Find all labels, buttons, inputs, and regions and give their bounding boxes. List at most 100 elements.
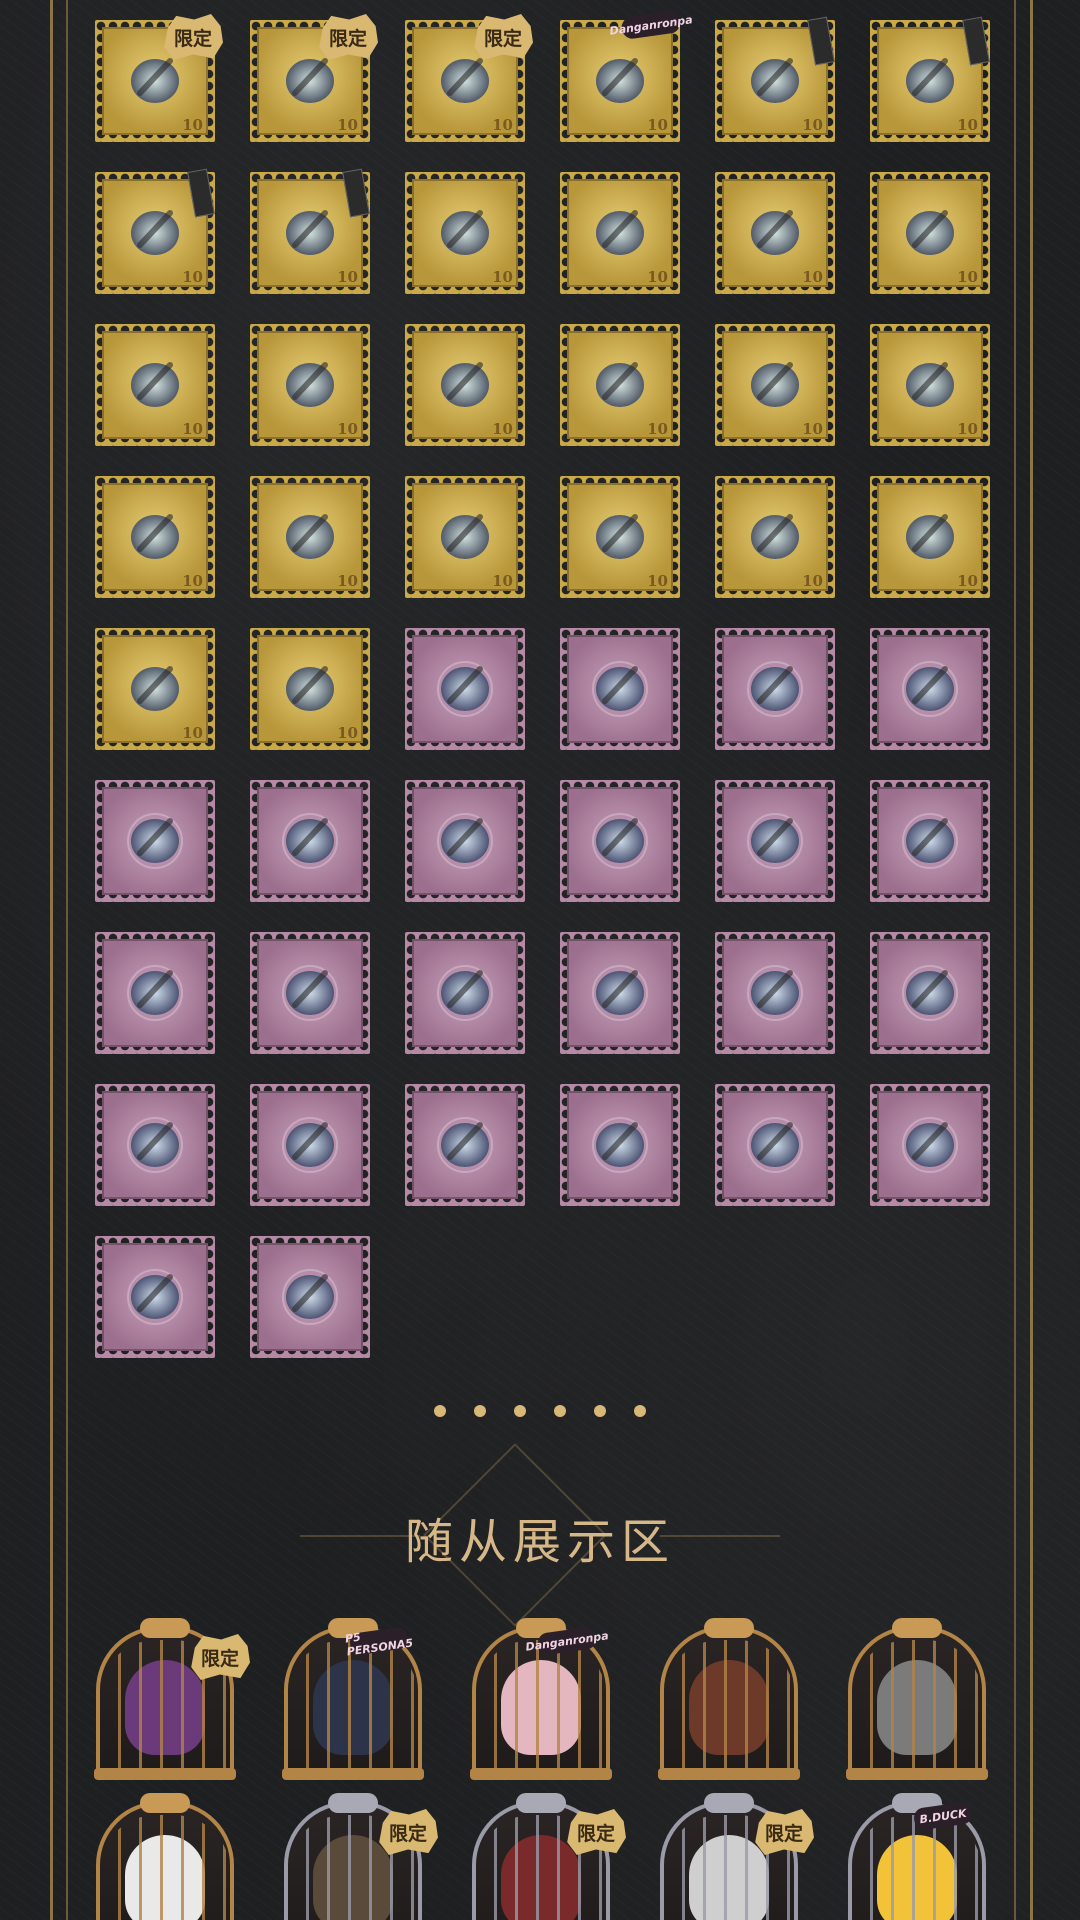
item-stamp[interactable]: 10 (250, 780, 370, 902)
item-stamp[interactable]: 10 (250, 324, 370, 446)
pagination-dot[interactable] (594, 1405, 606, 1417)
item-stamp[interactable]: 10 (405, 324, 525, 446)
cage-base (846, 1768, 988, 1780)
companion-cage[interactable] (842, 1618, 992, 1780)
item-stamp[interactable]: 10 (560, 476, 680, 598)
bow-icon (704, 1618, 754, 1638)
companion-cage[interactable]: B.DUCK (842, 1793, 992, 1920)
cage-base (94, 1768, 236, 1780)
pagination-dot[interactable] (514, 1405, 526, 1417)
item-stamp[interactable]: 10 (870, 780, 990, 902)
item-icon (272, 344, 348, 420)
pagination-dot[interactable] (434, 1405, 446, 1417)
pagination-dot[interactable] (634, 1405, 646, 1417)
item-stamp[interactable]: 10 (250, 628, 370, 750)
item-stamp[interactable]: 10 (870, 476, 990, 598)
item-stamp[interactable]: 10 (560, 780, 680, 902)
item-icon (892, 952, 968, 1028)
stamp-denomination: 10 (957, 116, 978, 134)
section-header: 随从展示区 (0, 1443, 1080, 1627)
item-stamp[interactable]: 10 (405, 476, 525, 598)
item-stamp[interactable]: 10 限定 (250, 14, 378, 142)
cage-base (470, 1768, 612, 1780)
item-stamp[interactable]: 10 (95, 1084, 215, 1206)
stamp-denomination: 10 (337, 420, 358, 438)
item-stamp[interactable]: 10 (870, 324, 990, 446)
item-stamp[interactable]: 10 (250, 932, 370, 1054)
companion-cage[interactable]: P5 PERSONA5 (278, 1618, 428, 1780)
item-stamp[interactable]: 10 (560, 1084, 680, 1206)
item-stamp[interactable]: 10 (95, 628, 215, 750)
item-stamp[interactable]: 10 (560, 628, 680, 750)
companion-cage[interactable]: 限定 (90, 1618, 250, 1780)
companion-cage[interactable]: 限定 (466, 1793, 626, 1920)
item-stamp[interactable]: 10 (95, 1236, 215, 1358)
pagination-dot[interactable] (554, 1405, 566, 1417)
item-stamp[interactable]: 10 (250, 168, 370, 294)
item-icon (582, 40, 658, 116)
stamp-denomination: 10 (647, 420, 668, 438)
item-stamp[interactable]: 10 限定 (95, 14, 223, 142)
item-stamp[interactable]: 10 (250, 476, 370, 598)
item-icon (892, 496, 968, 572)
item-stamp[interactable]: 10 (95, 932, 215, 1054)
item-stamp[interactable]: 10 (405, 628, 525, 750)
stamp-denomination: 10 (182, 268, 203, 286)
item-stamp[interactable]: 10 (405, 172, 525, 294)
item-stamp[interactable]: 10 (715, 476, 835, 598)
item-stamp[interactable]: 10 (560, 932, 680, 1054)
companion-cage[interactable]: 限定 (654, 1793, 814, 1920)
stamp-denomination: 10 (492, 268, 513, 286)
item-stamp[interactable]: 10 限定 (405, 14, 533, 142)
item-stamp[interactable]: 10 (560, 172, 680, 294)
item-icon (892, 1104, 968, 1180)
frame-line-right-inner (1014, 0, 1016, 1920)
companion-cage[interactable]: Danganronpa (466, 1618, 616, 1780)
item-icon (582, 344, 658, 420)
item-stamp[interactable]: 10 (95, 168, 215, 294)
stamp-denomination: 10 (802, 268, 823, 286)
item-stamp[interactable]: 10 (715, 16, 835, 142)
cage-bars (852, 1815, 982, 1920)
item-stamp[interactable]: 10 (715, 932, 835, 1054)
cage-bars (100, 1815, 230, 1920)
item-stamp[interactable]: 10 (405, 1084, 525, 1206)
item-stamp[interactable]: 10 (250, 1084, 370, 1206)
item-icon (117, 648, 193, 724)
stamp-denomination: 10 (492, 116, 513, 134)
item-icon (272, 1104, 348, 1180)
companion-cage[interactable]: 限定 (278, 1793, 438, 1920)
item-icon (117, 952, 193, 1028)
item-icon (427, 800, 503, 876)
item-stamp[interactable]: 10 (870, 932, 990, 1054)
stamp-denomination: 10 (337, 116, 358, 134)
item-stamp[interactable]: 10 (95, 476, 215, 598)
item-icon (117, 344, 193, 420)
item-icon (582, 192, 658, 268)
item-stamp[interactable]: 10 (715, 1084, 835, 1206)
item-stamp[interactable]: 10 (95, 780, 215, 902)
cage-bars (288, 1640, 418, 1770)
item-stamp[interactable]: 10 (870, 628, 990, 750)
item-stamp[interactable]: 10 (715, 628, 835, 750)
frame-line-right-outer (1030, 0, 1033, 1920)
item-stamp[interactable]: 10 (560, 324, 680, 446)
pagination-dot[interactable] (474, 1405, 486, 1417)
item-stamp[interactable]: 10 (870, 1084, 990, 1206)
item-stamp[interactable]: 10 (715, 324, 835, 446)
item-stamp[interactable]: 10 (715, 780, 835, 902)
companion-cage[interactable] (90, 1793, 240, 1920)
item-stamp[interactable]: 10 (405, 932, 525, 1054)
item-icon (737, 1104, 813, 1180)
item-icon (117, 192, 193, 268)
companion-cage[interactable] (654, 1618, 804, 1780)
item-stamp[interactable]: 10 (405, 780, 525, 902)
item-stamp[interactable]: 10 (715, 172, 835, 294)
item-stamp[interactable]: 10 Danganronpa (560, 10, 693, 142)
item-stamp[interactable]: 10 (95, 324, 215, 446)
item-icon (272, 648, 348, 724)
stamp-denomination: 10 (337, 572, 358, 590)
item-stamp[interactable]: 10 (870, 16, 990, 142)
item-stamp[interactable]: 10 (250, 1236, 370, 1358)
item-stamp[interactable]: 10 (870, 172, 990, 294)
